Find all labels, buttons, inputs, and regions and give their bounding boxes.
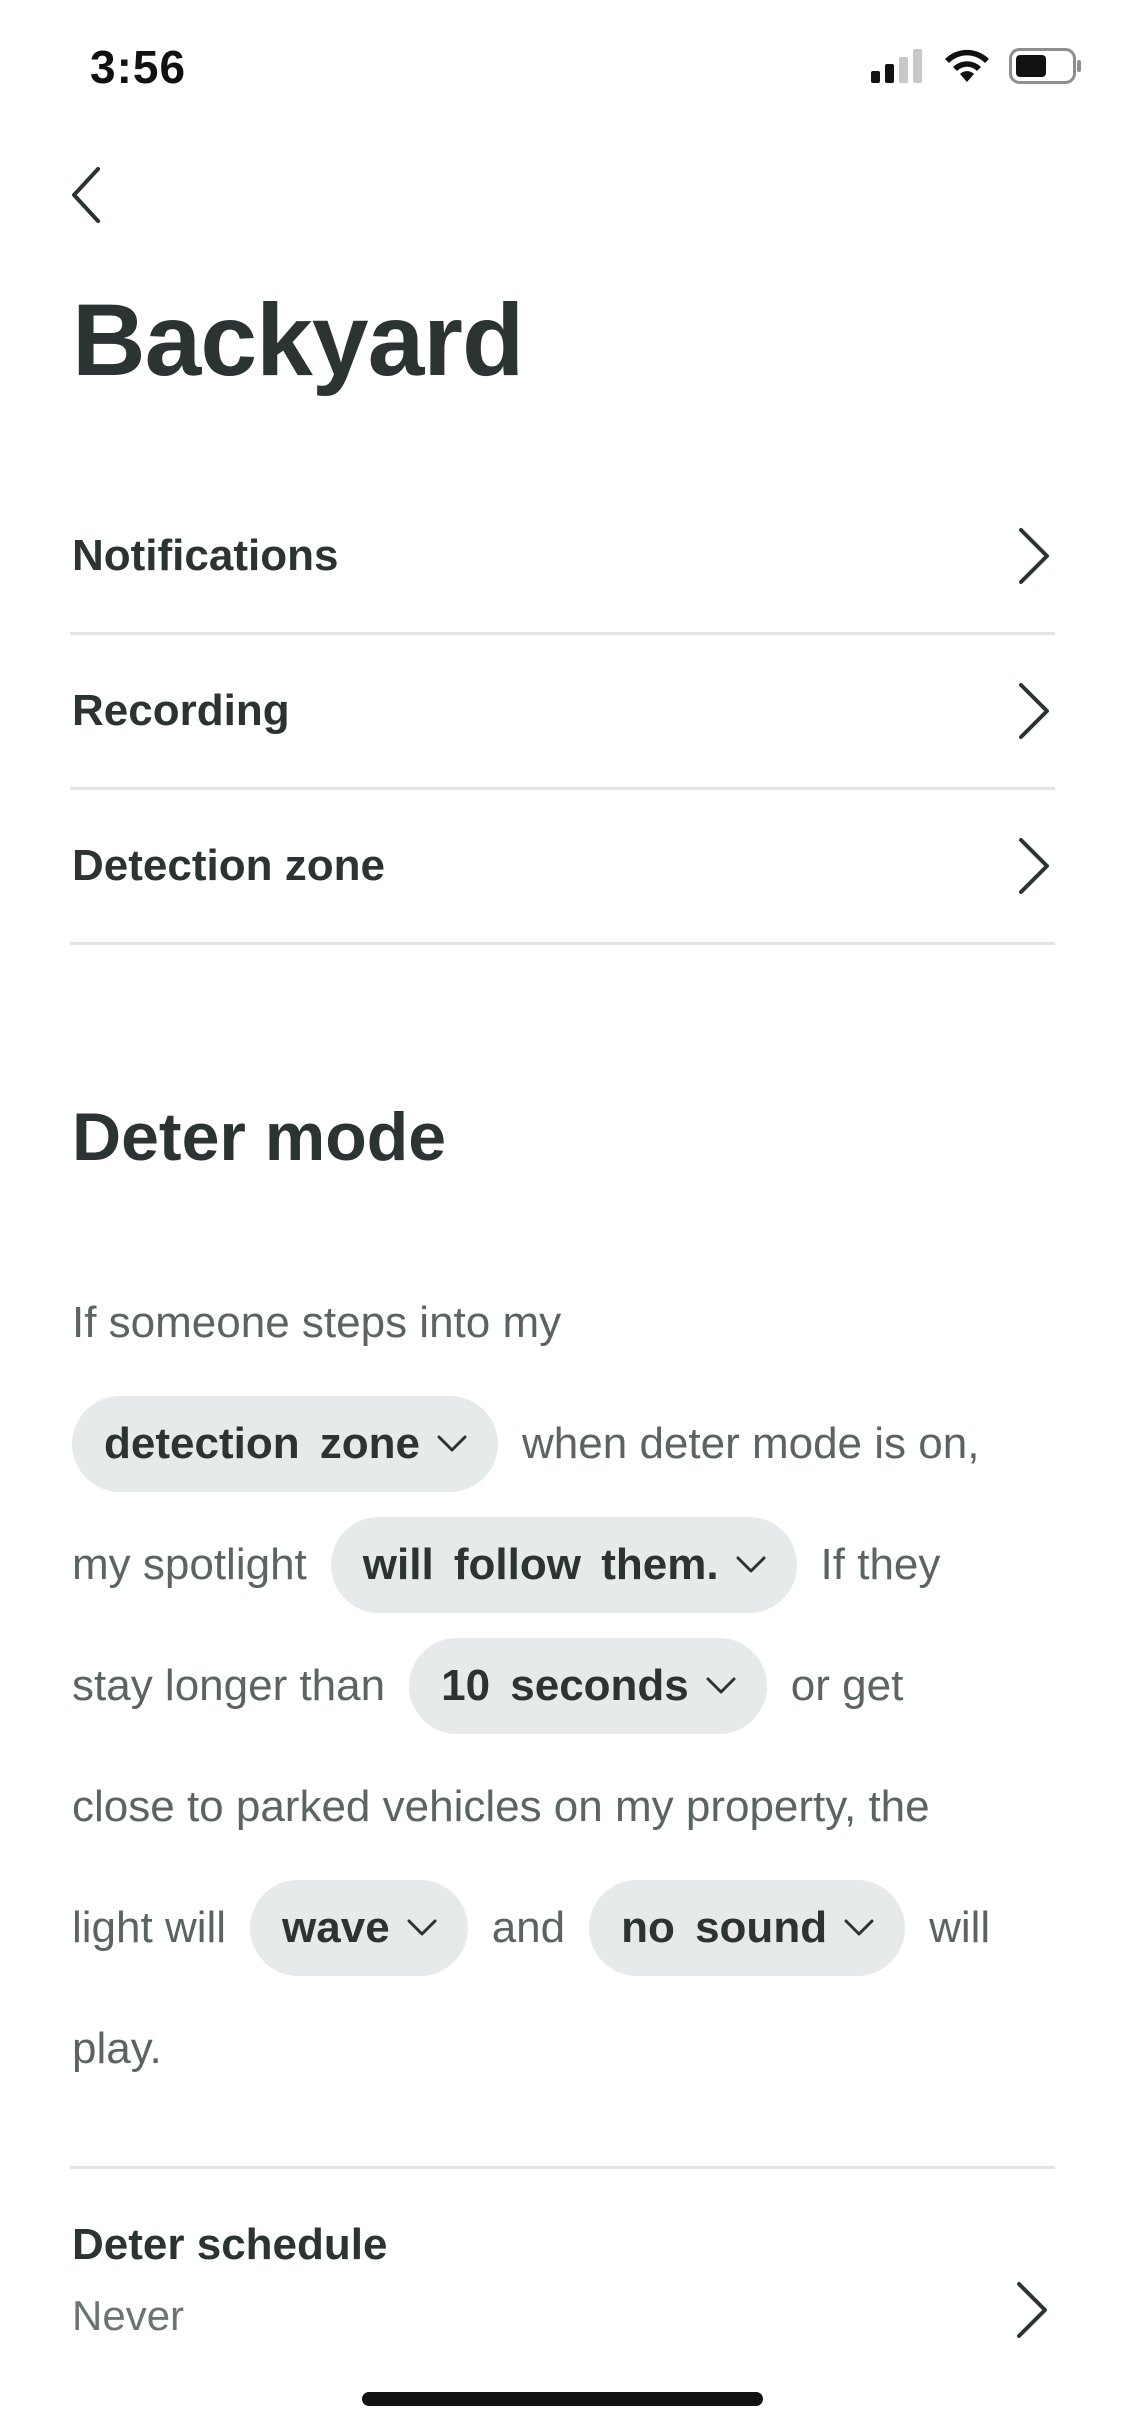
- chevron-right-icon: [1019, 528, 1049, 584]
- deter-schedule-row[interactable]: Deter schedule Never: [70, 2200, 1055, 2400]
- sentence-text: when deter mode is on,: [522, 1419, 980, 1468]
- sentence-text: If someone steps into my: [72, 1298, 562, 1347]
- chevron-down-icon: [407, 1919, 437, 1935]
- sentence-text: my spotlight: [72, 1540, 307, 1589]
- light-mode-dropdown-label: wave: [282, 1903, 390, 1952]
- recording-label: Recording: [72, 686, 290, 735]
- duration-dropdown-label: 10 seconds: [441, 1661, 689, 1710]
- sentence-line: detection zone when deter mode is on,: [72, 1383, 1062, 1504]
- detection-zone-row[interactable]: Detection zone: [70, 790, 1055, 945]
- spotlight-behavior-dropdown[interactable]: will follow them.: [330, 1516, 797, 1613]
- sentence-text: or get: [790, 1661, 904, 1710]
- chevron-left-icon: [72, 167, 100, 223]
- sentence-text: stay longer than: [72, 1661, 386, 1710]
- chevron-down-icon: [437, 1435, 467, 1451]
- recording-row[interactable]: Recording: [70, 635, 1055, 790]
- sentence-text: play.: [72, 2024, 162, 2073]
- duration-dropdown[interactable]: 10 seconds: [409, 1637, 767, 1734]
- divider: [70, 2166, 1055, 2169]
- sound-dropdown[interactable]: no sound: [589, 1879, 906, 1976]
- sentence-text: If they: [820, 1540, 941, 1589]
- home-indicator: [362, 2392, 763, 2406]
- chevron-right-icon: [1017, 2282, 1047, 2338]
- battery-icon: [1009, 48, 1081, 84]
- detection-zone-label: Detection zone: [72, 841, 385, 890]
- cellular-signal-icon: [871, 49, 922, 83]
- page-title: Backyard: [72, 283, 524, 397]
- notifications-row[interactable]: Notifications: [70, 480, 1055, 635]
- deter-mode-title: Deter mode: [72, 1099, 447, 1175]
- settings-list: Notifications Recording Detection zone: [70, 480, 1055, 945]
- status-time: 3:56: [90, 41, 187, 93]
- chevron-right-icon: [1019, 838, 1049, 894]
- spotlight-behavior-dropdown-label: will follow them.: [362, 1540, 719, 1589]
- deter-mode-sentence: If someone steps into my detection zone …: [72, 1262, 1062, 2109]
- light-mode-dropdown[interactable]: wave: [250, 1879, 468, 1976]
- back-button[interactable]: [56, 160, 116, 230]
- chevron-down-icon: [706, 1677, 736, 1693]
- detection-zone-dropdown-label: detection zone: [104, 1419, 421, 1468]
- sentence-line: close to parked vehicles on my property,…: [72, 1746, 1062, 1867]
- sentence-text: will: [929, 1903, 991, 1952]
- sentence-line: light will wave and no sound will: [72, 1867, 1062, 1988]
- notifications-label: Notifications: [72, 531, 339, 580]
- sentence-line: stay longer than 10 seconds or get: [72, 1625, 1062, 1746]
- sentence-line: play.: [72, 1988, 1062, 2109]
- status-icons: [871, 48, 1083, 84]
- sentence-line: If someone steps into my: [72, 1262, 1062, 1383]
- sentence-text: and: [491, 1903, 566, 1952]
- wifi-icon: [945, 49, 989, 82]
- sentence-line: my spotlight will follow them. If they: [72, 1504, 1062, 1625]
- deter-schedule-value: Never: [72, 2292, 185, 2339]
- sound-dropdown-label: no sound: [621, 1903, 828, 1952]
- chevron-down-icon: [844, 1919, 874, 1935]
- detection-zone-dropdown[interactable]: detection zone: [72, 1395, 499, 1492]
- chevron-down-icon: [736, 1556, 766, 1572]
- deter-schedule-label: Deter schedule: [72, 2220, 388, 2269]
- sentence-text: light will: [72, 1903, 227, 1952]
- chevron-right-icon: [1019, 683, 1049, 739]
- sentence-text: close to parked vehicles on my property,…: [72, 1782, 930, 1831]
- status-bar: 3:56: [0, 0, 1125, 130]
